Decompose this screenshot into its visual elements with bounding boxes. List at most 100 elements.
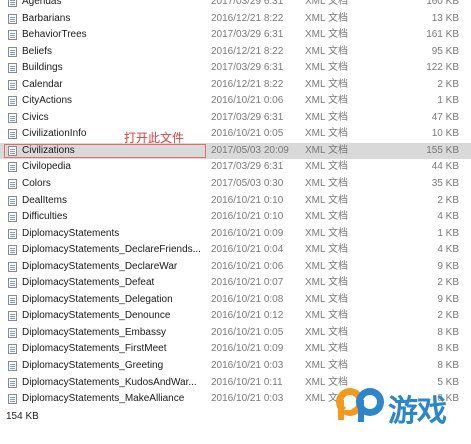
xml-file-icon xyxy=(8,377,17,388)
file-row[interactable]: Difficulties 2016/10/21 0:10 XML 文档 4 KB xyxy=(0,209,471,226)
xml-file-icon xyxy=(8,278,17,289)
file-size: 160 KB xyxy=(426,0,459,7)
file-row[interactable]: Calendar 2016/12/21 8:22 XML 文档 2 KB xyxy=(0,77,471,94)
file-date: 2016/10/21 0:10 xyxy=(211,211,284,223)
file-size: 44 KB xyxy=(431,161,459,173)
file-row[interactable]: DiplomacyStatements_DeclareFriends... 201… xyxy=(0,242,471,259)
xml-file-icon xyxy=(8,79,17,90)
file-name: DiplomacyStatements_Embassy xyxy=(22,326,166,338)
xml-file-icon xyxy=(8,13,17,24)
xml-file-icon xyxy=(8,96,17,107)
file-date: 2016/10/21 0:10 xyxy=(211,194,284,206)
file-date: 2016/10/21 0:03 xyxy=(211,360,284,372)
file-type: XML 文档 xyxy=(305,227,348,239)
file-size: 8 KB xyxy=(437,343,459,355)
file-name: DiplomacyStatements_Denounce xyxy=(22,310,171,322)
file-size: 35 KB xyxy=(431,178,459,190)
file-row[interactable]: DiplomacyStatements_DeclareWar 2016/10/21… xyxy=(0,259,471,276)
file-name: DiplomacyStatements_Greeting xyxy=(22,360,164,372)
file-date: 2017/03/29 6:31 xyxy=(211,62,284,74)
annotation-text: 打开此文件 xyxy=(124,131,185,145)
file-name: DiplomacyStatements_Defeat xyxy=(22,277,155,289)
file-size: 4 KB xyxy=(437,244,459,256)
file-type: XML 文档 xyxy=(305,244,348,256)
file-name: DiplomacyStatements_DeclareFriends... xyxy=(22,244,201,256)
file-name: Civics xyxy=(22,111,49,123)
xml-file-icon xyxy=(8,294,17,305)
file-row[interactable]: Buildings 2017/03/29 6:31 XML 文档 122 KB xyxy=(0,60,471,77)
file-name: Agendas xyxy=(22,0,62,7)
file-size: 8 KB xyxy=(437,326,459,338)
file-row[interactable]: CivilizationInfo 2016/10/21 0:05 XML 文档 10 … xyxy=(0,126,471,143)
file-date: 2016/10/21 0:12 xyxy=(211,310,284,322)
xml-file-icon xyxy=(8,145,17,156)
xml-file-icon xyxy=(8,228,17,239)
file-date: 2017/03/29 6:31 xyxy=(211,29,284,41)
xml-file-icon xyxy=(8,361,17,372)
xml-file-icon xyxy=(8,30,17,41)
file-row[interactable]: Agendas 2017/03/29 6:31 XML 文档 160 KB xyxy=(0,0,471,11)
xml-file-icon xyxy=(8,245,17,256)
xml-file-icon xyxy=(8,327,17,338)
file-row[interactable]: Civilopedia 2017/03/29 6:31 XML 文档 44 KB xyxy=(0,159,471,176)
file-size: 1 KB xyxy=(437,227,459,239)
file-type: XML 文档 xyxy=(305,161,348,173)
file-row[interactable]: DealItems 2016/10/21 0:10 XML 文档 2 KB xyxy=(0,193,471,210)
file-date: 2016/12/21 8:22 xyxy=(211,12,284,24)
file-size: 2 KB xyxy=(437,310,459,322)
file-row[interactable]: CityActions 2016/10/21 0:06 XML 文档 1 KB xyxy=(0,93,471,110)
file-type: XML 文档 xyxy=(305,29,348,41)
file-row[interactable]: Civics 2017/03/29 6:31 XML 文档 47 KB xyxy=(0,110,471,127)
file-date: 2016/10/21 0:09 xyxy=(211,343,284,355)
xml-file-icon xyxy=(8,179,17,190)
xml-file-icon xyxy=(8,311,17,322)
file-row[interactable]: DiplomacyStatements_Defeat 2016/10/21 0:0… xyxy=(0,275,471,292)
file-name: DiplomacyStatements xyxy=(22,227,120,239)
file-name: Barbarians xyxy=(22,12,71,24)
file-type: XML 文档 xyxy=(305,62,348,74)
file-type: XML 文档 xyxy=(305,178,348,190)
file-type: XML 文档 xyxy=(305,144,348,156)
file-row[interactable]: BehaviorTrees 2017/03/29 6:31 XML 文档 161 KB xyxy=(0,27,471,44)
file-row[interactable]: DiplomacyStatements_FirstMeet 2016/10/21 … xyxy=(0,341,471,358)
file-type: XML 文档 xyxy=(305,326,348,338)
file-name: DiplomacyStatements_Delegation xyxy=(22,293,173,305)
file-row[interactable]: DiplomacyStatements_Delegation 2016/10/21… xyxy=(0,292,471,309)
file-row[interactable]: Barbarians 2016/12/21 8:22 XML 文档 13 KB xyxy=(0,11,471,28)
file-name: Buildings xyxy=(22,62,63,74)
file-date: 2016/10/21 0:05 xyxy=(211,128,284,140)
file-row[interactable]: Colors 2017/05/03 0:30 XML 文档 35 KB xyxy=(0,176,471,193)
file-row[interactable]: DiplomacyStatements_Embassy 2016/10/21 0:… xyxy=(0,325,471,342)
file-name: DiplomacyStatements_KudosAndWar... xyxy=(22,376,197,388)
file-type: XML 文档 xyxy=(305,78,348,90)
file-name: DiplomacyStatements_FirstMeet xyxy=(22,343,167,355)
watermark-text: 游戏 xyxy=(388,395,447,428)
file-date: 2016/10/21 0:07 xyxy=(211,277,284,289)
file-name: DealItems xyxy=(22,194,68,206)
file-row[interactable]: Civilizations 2017/05/03 20:09 XML 文档 155 K… xyxy=(0,142,471,160)
watermark-logo: 游戏 xyxy=(330,372,471,444)
file-date: 2016/12/21 8:22 xyxy=(211,78,284,90)
file-type: XML 文档 xyxy=(305,95,348,107)
file-date: 2016/10/21 0:03 xyxy=(211,393,284,405)
file-type: XML 文档 xyxy=(305,45,348,57)
file-date: 2017/03/29 6:31 xyxy=(211,0,284,7)
file-row[interactable]: DiplomacyStatements 2016/10/21 0:09 XML 文档… xyxy=(0,226,471,243)
xml-file-icon xyxy=(8,394,17,405)
file-size: 2 KB xyxy=(437,78,459,90)
file-row[interactable]: DiplomacyStatements_Denounce 2016/10/21 0… xyxy=(0,308,471,325)
file-date: 2016/10/21 0:09 xyxy=(211,227,284,239)
status-size-text: 154 KB xyxy=(6,411,39,422)
file-row[interactable]: Beliefs 2016/12/21 8:22 XML 文档 95 KB xyxy=(0,44,471,61)
file-size: 9 KB xyxy=(437,260,459,272)
file-size: 95 KB xyxy=(431,45,459,57)
xml-file-icon xyxy=(8,195,17,206)
file-size: 122 KB xyxy=(426,62,459,74)
xml-file-icon xyxy=(8,212,17,223)
file-size: 2 KB xyxy=(437,277,459,289)
file-name: Beliefs xyxy=(22,45,53,57)
file-name: Difficulties xyxy=(22,211,68,223)
file-size: 4 KB xyxy=(437,211,459,223)
file-date: 2016/10/21 0:05 xyxy=(211,326,284,338)
xml-file-icon xyxy=(8,112,17,123)
